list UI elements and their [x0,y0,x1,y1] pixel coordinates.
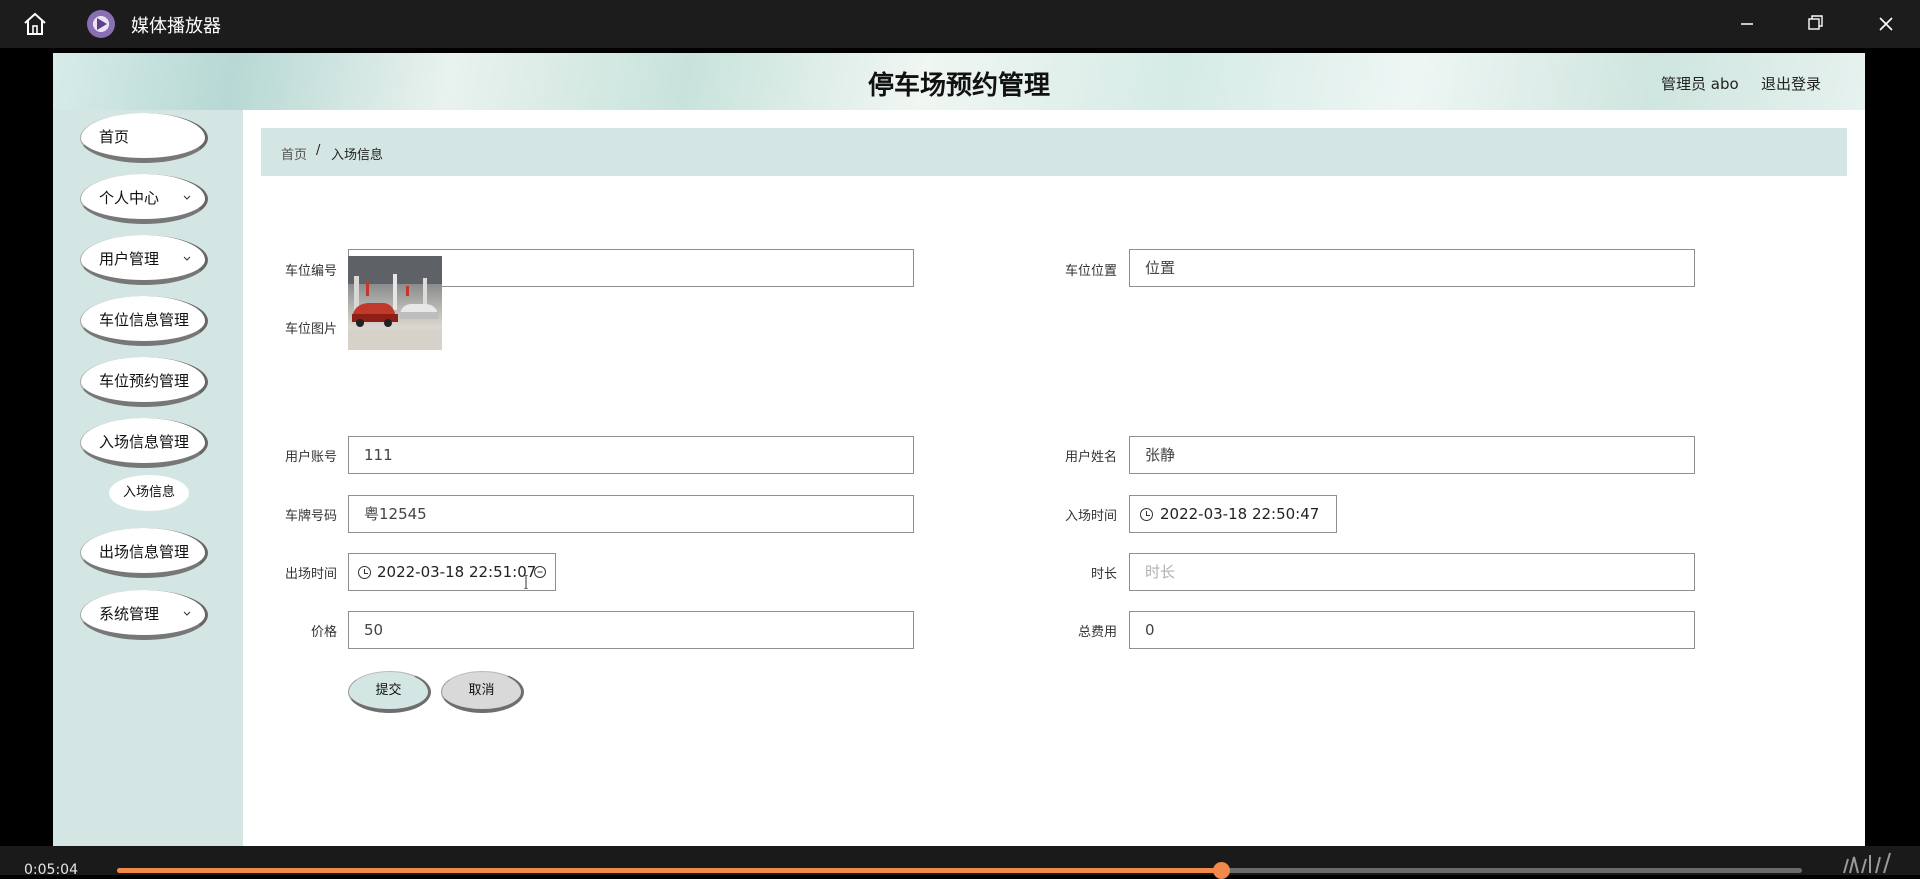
minimize-icon[interactable] [1733,10,1761,38]
player-controls: 0:05:04 [0,846,1920,879]
sidebar-item-label: 首页 [99,128,130,146]
user-name-input[interactable]: 张静 [1129,436,1695,474]
sidebar-item-spot-info[interactable]: 车位信息管理 [80,296,208,346]
sidebar-item-label: 系统管理 [99,605,160,623]
sidebar-item-label: 出场信息管理 [99,543,190,561]
sidebar-item-spot-reservation[interactable]: 车位预约管理 [80,357,208,407]
app-header: 停车场预约管理 管理员 abo 退出登录 [53,53,1865,110]
sidebar-subitem-entry-info[interactable]: 入场信息 [109,475,189,511]
spot-number-label: 车位编号 [284,264,337,279]
user-account-label: 用户账号 [284,450,337,465]
user-account-input[interactable]: 111 [348,436,914,474]
parking-photo [348,256,442,350]
sidebar-item-users[interactable]: 用户管理 [80,235,208,285]
text-cursor-icon [524,575,528,589]
spot-location-label: 车位位置 [1064,264,1117,279]
maximize-icon[interactable] [1801,10,1829,38]
duration-input[interactable]: 时长 [1129,553,1695,591]
price-label: 价格 [310,625,337,640]
progress-bar[interactable] [117,862,1802,879]
sidebar-item-label: 入场信息管理 [99,433,190,451]
price-input[interactable]: 50 [348,611,914,649]
home-icon[interactable] [22,11,48,37]
sidebar-item-label: 车位预约管理 [99,372,190,390]
chevron-down-icon [183,256,191,261]
user-name-label: 用户姓名 [1064,450,1117,465]
sidebar-item-exit-info[interactable]: 出场信息管理 [80,528,208,578]
chevron-down-icon [183,611,191,616]
player-titlebar: 媒体播放器 [0,0,1920,48]
sidebar: 首页 个人中心 用户管理 车位信息管理 车位预约管理 入场信息管理 入场信息 出… [53,110,243,846]
total-fee-input[interactable]: 0 [1129,611,1695,649]
plate-number-input[interactable]: 粤12545 [348,495,914,533]
progress-fill [117,868,1221,873]
entry-time-label: 入场时间 [1064,509,1117,524]
logout-link[interactable]: 退出登录 [1761,73,1821,94]
sidebar-item-label: 个人中心 [99,189,160,207]
sidebar-item-label: 用户管理 [99,250,160,268]
breadcrumb-current: 入场信息 [331,148,384,163]
spot-picture-label: 车位图片 [284,322,337,337]
app-viewport: 停车场预约管理 管理员 abo 退出登录 首页 个人中心 用户管理 车位信息管理… [53,53,1865,846]
playback-time: 0:05:04 [24,862,78,878]
exit-time-value: 2022-03-18 22:51:07 [377,563,537,581]
exit-time-label: 出场时间 [284,567,337,582]
sidebar-item-system[interactable]: 系统管理 [80,590,208,640]
clock-icon [358,566,371,579]
clear-icon[interactable] [533,565,547,579]
sidebar-item-entry-info[interactable]: 入场信息管理 [80,418,208,468]
main-content: 首页 / 入场信息 车位编号 1252 车位位置 位置 车位图片 [243,110,1865,846]
total-fee-label: 总费用 [1077,625,1117,640]
chevron-down-icon [183,195,191,200]
spot-location-input[interactable]: 位置 [1129,249,1695,287]
breadcrumb-separator: / [316,143,321,158]
duration-label: 时长 [1090,567,1117,582]
close-icon[interactable] [1872,10,1900,38]
admin-label: 管理员 abo [1661,75,1739,93]
spot-picture [348,256,442,350]
entry-time-value: 2022-03-18 22:50:47 [1160,505,1320,523]
plate-number-label: 车牌号码 [284,509,337,524]
sidebar-item-label: 车位信息管理 [99,311,190,329]
player-logo-icon [87,10,115,38]
sidebar-item-profile[interactable]: 个人中心 [80,174,208,224]
watermark-logo [1843,852,1891,874]
submit-button[interactable]: 提交 [348,671,431,713]
entry-time-picker[interactable]: 2022-03-18 22:50:47 [1129,495,1337,533]
breadcrumb-home-link[interactable]: 首页 [281,144,307,163]
page-title: 停车场预约管理 [867,71,1050,101]
sidebar-item-home[interactable]: 首页 [80,113,208,163]
breadcrumb: 首页 / 入场信息 [261,128,1847,176]
progress-thumb[interactable] [1212,862,1230,879]
player-title: 媒体播放器 [131,16,221,37]
cancel-button[interactable]: 取消 [441,671,524,713]
clock-icon [1140,508,1153,521]
